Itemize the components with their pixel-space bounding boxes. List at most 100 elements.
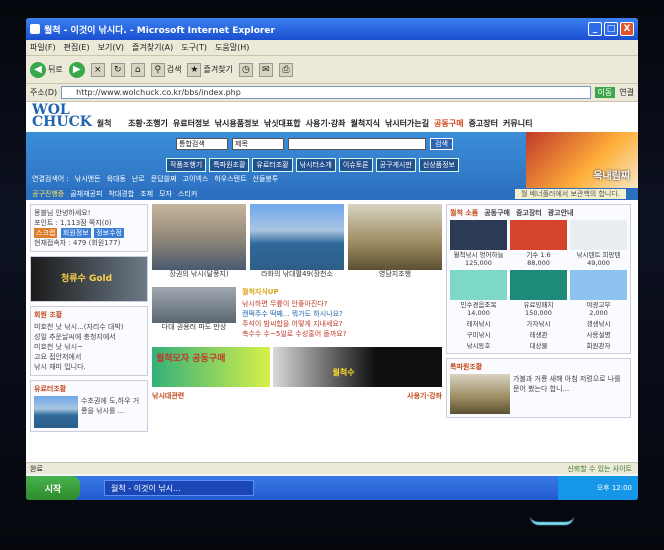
search-submit-button[interactable]: 검색 xyxy=(430,138,453,150)
mail-button[interactable]: ✉ xyxy=(258,62,273,77)
nav-item[interactable]: 유료터정보 xyxy=(173,118,210,129)
shop-category[interactable]: 구미낚시 xyxy=(450,331,507,339)
news-photo-card[interactable]: 다대 권용러 파도 만상 xyxy=(152,287,236,339)
quick-link[interactable]: 신상품정보 xyxy=(418,158,459,172)
knowledge-item[interactable]: 캔떡주수 떡째... 뭐가도 하시나요? xyxy=(242,309,442,319)
close-button[interactable]: X xyxy=(620,22,634,36)
search-button[interactable]: ⚲ 검색 xyxy=(150,62,181,77)
shop-item[interactable]: 월척낚시 엉어하늘 125,000 xyxy=(450,220,507,267)
shop-tab[interactable]: 월척 소품 xyxy=(450,208,478,218)
menu-favorites[interactable]: 즐겨찾기(A) xyxy=(132,42,173,53)
keyword-link[interactable]: 산들봉투 xyxy=(253,174,279,184)
stop-button[interactable]: × xyxy=(90,62,105,77)
back-button[interactable]: ◀ 뒤로 xyxy=(30,61,63,78)
menu-view[interactable]: 보기(V) xyxy=(98,42,124,53)
subbar-item[interactable]: 골채재공피 xyxy=(70,189,102,199)
shop-category[interactable]: 갱생낚시 xyxy=(570,320,627,328)
nav-item-group-buy[interactable]: 공동구매 xyxy=(434,118,463,129)
taskbar-item-ie[interactable]: 월척 - 이것이 낚시... xyxy=(104,480,254,496)
shop-category[interactable]: 대상물 xyxy=(510,342,567,350)
quick-link[interactable]: 유료터조황 xyxy=(252,158,293,172)
list-item[interactable]: 고요 접안저에서 xyxy=(34,352,144,362)
quick-link[interactable]: 낚시터소개 xyxy=(295,158,336,172)
list-item[interactable]: 미호천 낫 낚시...(자리수 대박) xyxy=(34,322,144,332)
links-label[interactable]: 연결 xyxy=(619,87,634,98)
menu-help[interactable]: 도움말(H) xyxy=(215,42,249,53)
correspondent-text[interactable]: 가볼과 거룡 새해 아침 저렁으로 나를 문어 봤는다 합니... xyxy=(513,374,627,414)
correspondent-photo[interactable] xyxy=(450,374,510,414)
keyword-link[interactable]: 하우스텐트 xyxy=(214,174,246,184)
subbar-item[interactable]: 모자 xyxy=(159,189,172,199)
quick-link[interactable]: 이슈토론 xyxy=(338,158,373,172)
member-info-button[interactable]: 회원정보 xyxy=(60,228,91,238)
shop-category[interactable]: 낚시동호 xyxy=(450,342,507,350)
keyword-link[interactable]: 육대동 xyxy=(107,174,126,184)
search-field-select[interactable]: 제목 xyxy=(232,138,284,150)
shop-tab[interactable]: 공동구매 xyxy=(484,208,510,218)
nav-item[interactable]: 낚시용품정보 xyxy=(215,118,259,129)
keyword-link[interactable]: 문답쓸쪄 xyxy=(151,174,177,184)
quick-link[interactable]: 공구게시판 xyxy=(375,158,416,172)
knowledge-item[interactable]: 낚시하면 무릎이 안좋아진다? xyxy=(242,299,442,309)
shop-item[interactable]: 기수 1.6 88,000 xyxy=(510,220,567,267)
shop-category[interactable]: 가자낚시 xyxy=(510,320,567,328)
search-input[interactable] xyxy=(288,138,426,150)
shop-item[interactable]: 민수경음조복 14,000 xyxy=(450,270,507,317)
list-item[interactable]: 미호천 낫 낚시~ xyxy=(34,342,144,352)
shop-category[interactable]: 레생관 xyxy=(510,331,567,339)
nav-item[interactable]: 낚시터가는길 xyxy=(385,118,429,129)
shop-category[interactable]: 레저낚시 xyxy=(450,320,507,328)
subbar-item[interactable]: 착대경합 xyxy=(108,189,134,199)
history-button[interactable]: ◷ xyxy=(238,62,253,77)
address-input[interactable]: http://www.wolchuck.co.kr/bbs/index.php xyxy=(61,86,591,99)
nav-item[interactable]: 낚싯대표합 xyxy=(264,118,301,129)
shop-item[interactable]: 야광고무 2,000 xyxy=(570,270,627,317)
keyword-link[interactable]: 고이넥스 xyxy=(183,174,209,184)
knowledge-item[interactable]: 촉수수 수~5일로 수성홍어 돌까요? xyxy=(242,329,442,339)
refresh-button[interactable]: ↻ xyxy=(110,62,125,77)
list-item[interactable]: 성일 추운날씨에 충청지에서 xyxy=(34,332,144,342)
minimize-button[interactable]: _ xyxy=(588,22,602,36)
shop-item[interactable]: 낚시텐트 희망텐 49,000 xyxy=(570,220,627,267)
keyword-link[interactable]: 난로 xyxy=(132,174,145,184)
title-bar[interactable]: 월척 - 이것이 낚시다. - Microsoft Internet Explo… xyxy=(26,18,638,40)
quick-link[interactable]: 특파원조황 xyxy=(209,158,250,172)
photo-card[interactable]: 영담지조행 xyxy=(348,204,442,279)
go-button[interactable]: 이동 xyxy=(594,87,616,98)
maximize-button[interactable]: □ xyxy=(604,22,618,36)
menu-file[interactable]: 파일(F) xyxy=(30,42,56,53)
favorites-button[interactable]: ★ 즐겨찾기 xyxy=(187,62,233,77)
nav-item[interactable]: 월척지식 xyxy=(350,118,379,129)
shop-tab[interactable]: 광고안내 xyxy=(548,208,574,218)
left-ad[interactable]: 청류수 Gold xyxy=(30,256,148,302)
knowledge-item[interactable]: 주석이 밤씨합을 어떻게 지내세요? xyxy=(242,319,442,329)
paid-report-photo[interactable] xyxy=(34,396,78,428)
shop-tab[interactable]: 중고장터 xyxy=(516,208,542,218)
clock[interactable]: 오후 12:00 xyxy=(597,483,632,493)
menu-tools[interactable]: 도구(T) xyxy=(181,42,207,53)
subbar-item[interactable]: 스티커 xyxy=(178,189,197,199)
nav-item[interactable]: 중고장터 xyxy=(469,118,498,129)
shop-category[interactable]: 사용설명 xyxy=(570,331,627,339)
nav-item[interactable]: 사용기·강좌 xyxy=(306,118,346,129)
quick-link[interactable]: 작품조행기 xyxy=(166,158,207,172)
rod-section-title[interactable]: 낚시대관련 xyxy=(152,391,184,401)
photo-card[interactable]: 라화의 낚대펼49(장천소 xyxy=(250,204,344,279)
shop-category[interactable]: 회원관자 xyxy=(570,342,627,350)
float-banner[interactable]: 옥내림찌 xyxy=(526,132,638,188)
subbar-item[interactable]: 조제 xyxy=(140,189,153,199)
forward-button[interactable]: ▶ xyxy=(68,61,85,78)
list-item[interactable]: 낚시 재미 입니다. xyxy=(34,362,144,372)
cap-ad-right[interactable]: 월척수 xyxy=(272,347,442,387)
scrap-button[interactable]: 스크랩 xyxy=(34,228,58,238)
review-section-title[interactable]: 사용기·강좌 xyxy=(407,391,442,401)
photo-card[interactable]: 장권의 낚시(달풍지) xyxy=(152,204,246,279)
site-logo[interactable]: WOL CHUCK 월척 xyxy=(32,103,128,129)
subbar-item[interactable]: 공구진행중 xyxy=(32,189,64,199)
cap-ad-left[interactable]: 월척모자 공동구매 xyxy=(152,347,270,387)
start-button[interactable]: 시작 xyxy=(26,476,80,500)
home-button[interactable]: ⌂ xyxy=(130,62,145,77)
search-scope-select[interactable]: 통합검색 xyxy=(176,138,228,150)
shop-item[interactable]: 유료잉패지 150,000 xyxy=(510,270,567,317)
paid-report-text[interactable]: 수초권에 도,하우 거룡을 낚시를 ... xyxy=(81,396,144,428)
